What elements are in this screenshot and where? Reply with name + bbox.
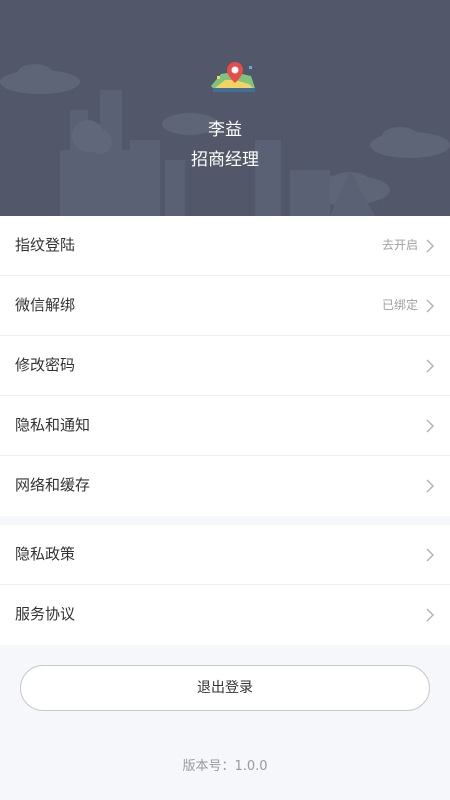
chevron-right-icon: [426, 299, 434, 313]
menu-item-status: 已绑定: [381, 298, 418, 312]
settings-group-legal: 隐私政策 服务协议: [0, 525, 450, 645]
menu-item-label: 指纹登陆: [15, 236, 76, 254]
user-title: 招商经理: [191, 150, 259, 170]
chevron-right-icon: [426, 608, 434, 622]
menu-item-label: 网络和缓存: [15, 476, 91, 494]
menu-item-privacy-notifications[interactable]: 隐私和通知: [0, 396, 450, 456]
menu-item-status: 去开启: [381, 238, 418, 252]
version-info: 版本号：1.0.0: [0, 758, 450, 776]
menu-item-label: 隐私政策: [15, 545, 76, 563]
logout-button[interactable]: 退出登录: [20, 665, 430, 711]
menu-item-label: 修改密码: [15, 356, 76, 374]
chevron-right-icon: [426, 239, 434, 253]
menu-item-privacy-policy[interactable]: 隐私政策: [0, 525, 450, 585]
menu-item-label: 服务协议: [15, 605, 76, 623]
menu-item-service-agreement[interactable]: 服务协议: [0, 585, 450, 645]
version-label: 版本号：: [182, 759, 235, 774]
chevron-right-icon: [426, 359, 434, 373]
chevron-right-icon: [426, 419, 434, 433]
menu-item-label: 微信解绑: [15, 296, 76, 314]
menu-item-fingerprint-login[interactable]: 指纹登陆 去开启: [0, 216, 450, 276]
menu-item-wechat-unbind[interactable]: 微信解绑 已绑定: [0, 276, 450, 336]
version-number: 1.0.0: [234, 759, 268, 774]
user-name: 李益: [208, 120, 242, 140]
menu-item-network-cache[interactable]: 网络和缓存: [0, 456, 450, 516]
menu-item-label: 隐私和通知: [15, 416, 91, 434]
chevron-right-icon: [426, 479, 434, 493]
menu-item-change-password[interactable]: 修改密码: [0, 336, 450, 396]
chevron-right-icon: [426, 548, 434, 562]
city-skyline-illustration: [0, 64, 450, 216]
profile-header: 李益 招商经理: [0, 0, 450, 216]
settings-group-primary: 指纹登陆 去开启 微信解绑 已绑定 修改密码 隐私和通知 网络和缓存: [0, 216, 450, 516]
map-pin-icon: [211, 62, 255, 92]
